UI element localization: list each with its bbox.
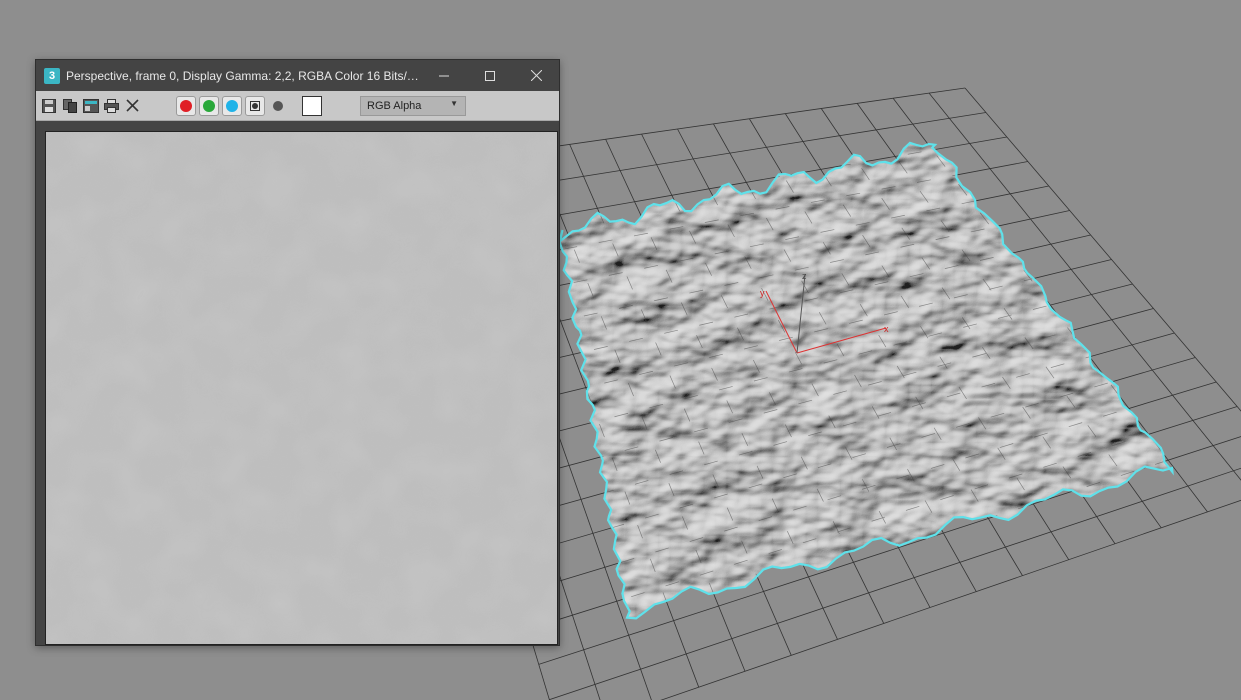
- clear-image-button[interactable]: [123, 96, 142, 116]
- monochrome-dot-icon: [273, 100, 283, 111]
- channels-icon: [82, 98, 99, 113]
- maximize-button[interactable]: [467, 60, 513, 91]
- alpha-channel-toggle[interactable]: [245, 95, 265, 116]
- frame-buffer-window[interactable]: 3 Perspective, frame 0, Display Gamma: 2…: [35, 59, 560, 646]
- axis-z-label: z: [802, 271, 807, 281]
- close-button[interactable]: [513, 60, 559, 91]
- green-dot-icon: [203, 99, 215, 112]
- close-icon: [530, 70, 542, 81]
- blue-dot-icon: [226, 99, 238, 112]
- alpha-icon: [250, 100, 260, 111]
- green-channel-toggle[interactable]: [199, 95, 219, 116]
- print-icon: [104, 98, 119, 113]
- title-bar[interactable]: 3 Perspective, frame 0, Display Gamma: 2…: [36, 60, 559, 91]
- frame-buffer-canvas-area: [36, 121, 559, 645]
- clone-icon: [62, 98, 77, 113]
- blue-channel-toggle[interactable]: [222, 95, 242, 116]
- red-dot-icon: [180, 99, 192, 112]
- channel-display-value: RGB Alpha: [367, 99, 422, 112]
- frame-buffer-toolbar: RGB Alpha ▼: [36, 91, 559, 121]
- clear-icon: [126, 99, 139, 112]
- axis-x-label: x: [884, 324, 889, 334]
- color-swatch[interactable]: [302, 95, 322, 116]
- axis-y-label: y: [760, 288, 765, 298]
- rendered-image[interactable]: [45, 131, 558, 645]
- red-channel-toggle[interactable]: [176, 95, 196, 116]
- minimize-button[interactable]: [421, 60, 467, 91]
- noise-render-icon: [46, 132, 557, 644]
- channels-button[interactable]: [81, 96, 100, 116]
- maximize-icon: [485, 70, 495, 81]
- chevron-down-icon: ▼: [450, 98, 458, 108]
- minimize-icon: [439, 75, 449, 76]
- save-image-button[interactable]: [39, 96, 58, 116]
- monochrome-toggle[interactable]: [268, 96, 288, 116]
- save-icon: [41, 98, 56, 113]
- clone-window-button[interactable]: [60, 96, 79, 116]
- channel-display-dropdown[interactable]: RGB Alpha ▼: [360, 95, 466, 116]
- 3dsmax-app-icon: 3: [44, 67, 60, 84]
- print-image-button[interactable]: [102, 96, 121, 116]
- window-title: Perspective, frame 0, Display Gamma: 2,2…: [66, 68, 421, 83]
